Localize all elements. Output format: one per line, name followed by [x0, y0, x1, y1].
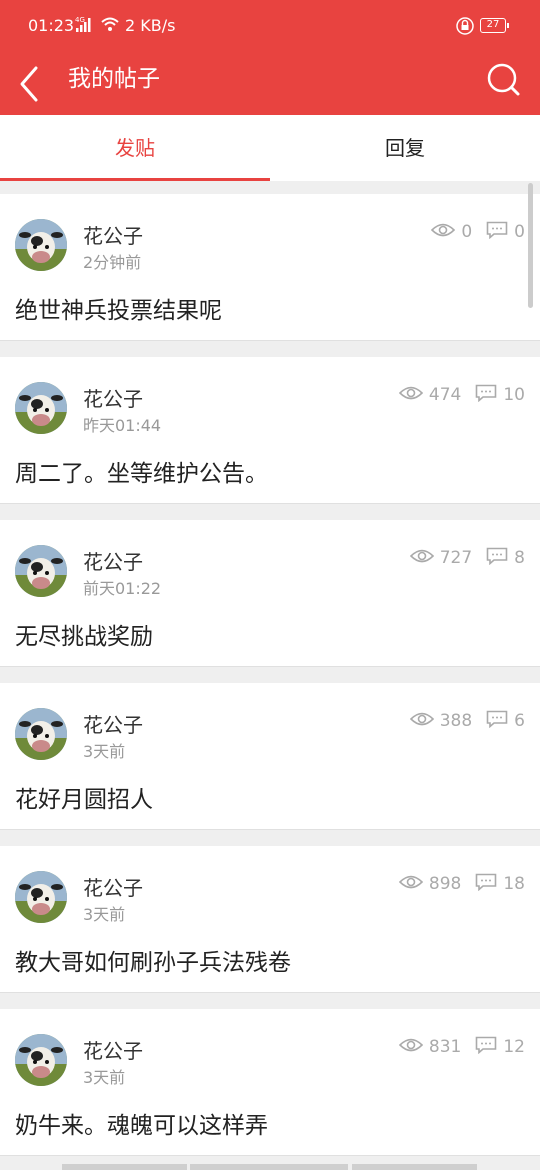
wifi-icon [101, 17, 119, 31]
eye-icon [409, 711, 434, 732]
cow-avatar-icon [15, 219, 67, 271]
search-icon [487, 63, 520, 96]
post-stats: 0 0 [431, 220, 525, 244]
post-title[interactable]: 奶牛来。魂魄可以这样弄 [15, 1106, 268, 1140]
cow-avatar-icon [15, 545, 67, 597]
author-name: 花公子 [83, 713, 143, 737]
view-count: 388 [439, 711, 473, 731]
comment-icon [486, 221, 508, 244]
view-count: 0 [461, 222, 473, 242]
avatar[interactable] [15, 382, 67, 434]
post-time: 昨天01:44 [83, 416, 162, 435]
comment-icon [475, 384, 497, 407]
eye-icon [409, 548, 434, 569]
avatar[interactable] [15, 708, 67, 760]
page-title: 我的帖子 [68, 66, 160, 92]
post-stats: 388 6 [409, 709, 525, 733]
comment-count: 18 [503, 874, 525, 894]
author-name: 花公子 [83, 387, 143, 411]
comment-icon [486, 547, 508, 570]
author-name: 花公子 [83, 550, 143, 574]
comment-count: 12 [503, 1037, 525, 1057]
eye-icon [398, 874, 424, 895]
post-time: 3天前 [83, 1068, 126, 1087]
comment-count: 8 [514, 548, 525, 568]
eye-icon [431, 222, 456, 243]
post-time: 2分钟前 [83, 253, 142, 272]
author-name: 花公子 [83, 224, 143, 248]
next-card-peek [0, 1160, 540, 1170]
author-name: 花公子 [83, 876, 143, 900]
post-title[interactable]: 花好月圆招人 [15, 780, 153, 814]
post-stats: 898 18 [398, 872, 525, 896]
tab-active-indicator [0, 178, 270, 181]
cow-avatar-icon [15, 382, 67, 434]
post-stats: 831 12 [398, 1035, 525, 1059]
post-card[interactable]: 花公子 前天01:22 727 8 无尽挑战奖励 [0, 520, 540, 667]
tab-replies[interactable]: 回复 [270, 115, 540, 181]
author-name: 花公子 [83, 1039, 143, 1063]
post-time: 3天前 [83, 742, 126, 761]
eye-icon [398, 385, 424, 406]
view-count: 898 [428, 874, 462, 894]
avatar[interactable] [15, 545, 67, 597]
post-time: 前天01:22 [83, 579, 162, 598]
status-bar: 01:23 4G 2 KB/s 27 [0, 0, 540, 52]
post-time: 3天前 [83, 905, 126, 924]
chevron-left-icon [20, 66, 38, 102]
avatar[interactable] [15, 1034, 67, 1086]
search-button[interactable] [482, 58, 524, 100]
post-card[interactable]: 花公子 3天前 898 18 教大哥如何刷孙子兵法残卷 [0, 846, 540, 993]
post-stats: 727 8 [409, 546, 525, 570]
post-title[interactable]: 教大哥如何刷孙子兵法残卷 [15, 943, 291, 977]
tab-label: 发贴 [115, 136, 155, 160]
network-speed: 2 KB/s [125, 16, 176, 35]
post-title[interactable]: 周二了。坐等维护公告。 [15, 454, 268, 488]
comment-icon [475, 873, 497, 896]
battery-icon: 27 [480, 18, 509, 33]
comment-count: 6 [514, 711, 525, 731]
cow-avatar-icon [15, 708, 67, 760]
tab-posts[interactable]: 发贴 [0, 115, 270, 181]
tab-label: 回复 [385, 136, 425, 160]
post-card[interactable]: 花公子 昨天01:44 474 10 周二了。坐等维护公告。 [0, 357, 540, 504]
scrollbar[interactable] [528, 183, 533, 308]
comment-icon [475, 1036, 497, 1059]
tab-bar: 发贴 回复 [0, 115, 540, 181]
avatar[interactable] [15, 219, 67, 271]
post-stats: 474 10 [398, 383, 525, 407]
post-card[interactable]: 花公子 3天前 831 12 奶牛来。魂魄可以这样弄 [0, 1009, 540, 1156]
view-count: 727 [439, 548, 473, 568]
post-card[interactable]: 花公子 2分钟前 0 0 绝世神兵投票结果呢 [0, 194, 540, 341]
post-title[interactable]: 无尽挑战奖励 [15, 617, 153, 651]
network-type-label: 4G [75, 16, 85, 24]
lock-icon [456, 17, 474, 39]
view-count: 474 [428, 385, 462, 405]
comment-count: 0 [514, 222, 525, 242]
post-title[interactable]: 绝世神兵投票结果呢 [15, 291, 222, 325]
post-card[interactable]: 花公子 3天前 388 6 花好月圆招人 [0, 683, 540, 830]
eye-icon [398, 1037, 424, 1058]
status-time: 01:23 [28, 16, 75, 35]
back-button[interactable] [16, 60, 56, 108]
app-header: 我的帖子 [0, 52, 540, 115]
comment-count: 10 [503, 385, 525, 405]
cow-avatar-icon [15, 1034, 67, 1086]
view-count: 831 [428, 1037, 462, 1057]
signal-icon: 4G [75, 14, 121, 38]
comment-icon [486, 710, 508, 733]
avatar[interactable] [15, 871, 67, 923]
cow-avatar-icon [15, 871, 67, 923]
